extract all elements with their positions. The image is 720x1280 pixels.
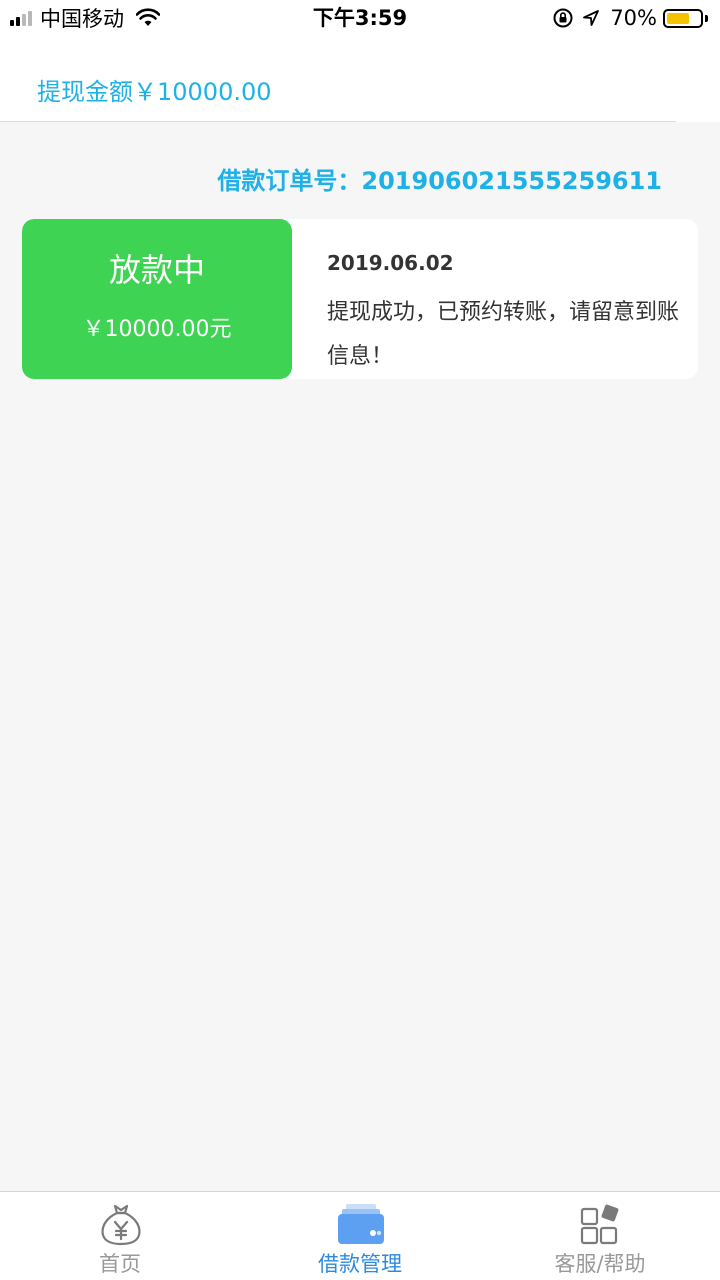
status-bar: 中国移动 下午3:59 70% <box>0 0 720 36</box>
tab-loan-management-label: 借款管理 <box>318 1252 402 1276</box>
loan-record-card[interactable]: 放款中 ￥10000.00元 2019.06.02 提现成功，已预约转账，请留意… <box>22 219 698 379</box>
loan-status-amount: ￥10000.00元 <box>82 317 232 342</box>
battery-level <box>667 12 689 24</box>
battery-cap <box>705 14 708 22</box>
tab-bar: 首页 借款管理 客服/帮助 <box>0 1191 720 1280</box>
battery-icon <box>663 8 703 28</box>
status-bar-right: 70% <box>552 4 708 32</box>
battery-percentage: 70% <box>610 6 657 30</box>
withdraw-amount-label: 提现金额￥10000.00 <box>37 78 272 106</box>
grid-help-icon <box>580 1204 619 1245</box>
orientation-lock-icon <box>553 8 573 28</box>
tab-customer-service[interactable]: 客服/帮助 <box>480 1192 720 1280</box>
loan-status-label: 放款中 <box>108 251 205 289</box>
record-date: 2019.06.02 <box>327 251 454 275</box>
money-bag-icon <box>101 1204 141 1246</box>
loan-status-panel: 放款中 ￥10000.00元 <box>22 219 292 379</box>
amount-header: 提现金额￥10000.00 <box>0 36 720 122</box>
tab-home[interactable]: 首页 <box>0 1192 240 1280</box>
header-divider <box>0 121 676 122</box>
loan-order-number: 借款订单号：20190602155525961​1 <box>217 167 662 195</box>
tab-home-label: 首页 <box>99 1252 141 1276</box>
record-message: 提现成功，已预约转账，请留意到账信息！ <box>327 300 680 369</box>
tab-loan-management[interactable]: 借款管理 <box>240 1192 480 1280</box>
wallet-icon <box>338 1204 384 1244</box>
tab-customer-service-label: 客服/帮助 <box>554 1252 646 1276</box>
location-arrow-icon <box>583 10 600 26</box>
